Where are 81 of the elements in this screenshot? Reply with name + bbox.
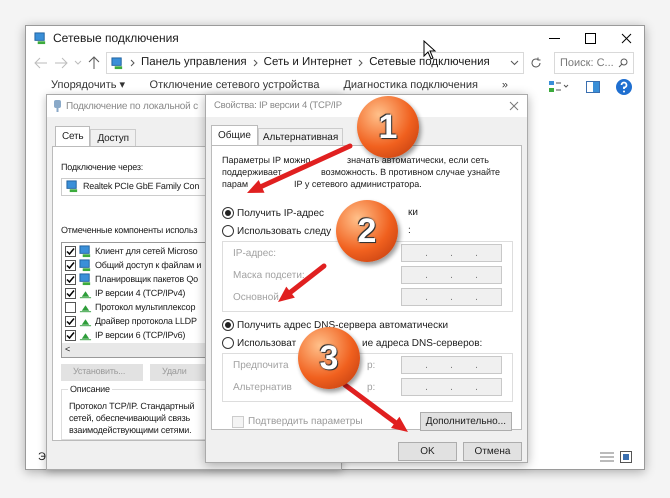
network-folder-icon [111, 56, 124, 70]
advanced-button[interactable]: Дополнительно... [420, 412, 512, 431]
field-label: р: [367, 358, 376, 372]
tab[interactable]: Доступ [90, 129, 136, 146]
dialog-button[interactable]: OK [398, 442, 457, 461]
field-label: Подключение через: [61, 161, 144, 174]
tab[interactable]: Общие [211, 125, 258, 145]
up-arrow-icon[interactable] [88, 56, 100, 70]
network-service-icon [79, 273, 92, 286]
network-adapter-icon [53, 99, 62, 113]
field-label: Основной [233, 290, 279, 304]
protocol-icon [79, 330, 92, 341]
intro-text: поддерживает [222, 166, 282, 178]
list-item[interactable]: Общий доступ к файлам и [95, 258, 202, 272]
search-field[interactable]: Поиск: С... [554, 52, 634, 74]
toolbar-item[interactable]: Отключение сетевого устройства [150, 79, 320, 92]
checkbox-label: Подтвердить параметры [248, 415, 363, 429]
protocol-icon [79, 302, 92, 313]
close-icon[interactable] [620, 32, 632, 44]
window-title: Сетевые подключения [53, 30, 179, 47]
checkbox[interactable] [65, 330, 76, 342]
checkbox[interactable] [65, 288, 76, 300]
radio-button[interactable] [222, 207, 234, 219]
tab[interactable]: Альтернативная [258, 128, 344, 145]
chevron-right-icon [358, 59, 364, 67]
protocol-icon [79, 316, 92, 327]
breadcrumb[interactable]: Сеть и Интернет [264, 54, 352, 72]
view-options-icon[interactable] [548, 80, 570, 94]
address-bar[interactable]: Панель управления Сеть и Интернет Сетевые подключения [106, 52, 524, 74]
status-text: Э [38, 450, 46, 465]
breadcrumb[interactable]: Панель управления [141, 54, 247, 72]
description-text: Протокол TCP/IP. Стандартный сетей, обеспечивающий связь взаимодействующими сетями. [69, 400, 194, 436]
list-item[interactable]: Клиент для сетей Microso [95, 244, 198, 258]
network-service-icon [79, 245, 92, 258]
breadcrumb[interactable]: Сетевые подключения [369, 54, 490, 72]
network-folder-icon [34, 32, 47, 44]
search-icon [618, 58, 628, 68]
radio-button[interactable] [222, 337, 234, 349]
field-label: Предпочита [233, 358, 289, 372]
field-label: Альтернатив [233, 380, 292, 394]
list-item[interactable]: Планировщик пакетов Qo [95, 272, 198, 286]
intro-text: возможность. В противном случае узнайте [321, 166, 500, 178]
chevron-right-icon [130, 59, 135, 67]
dialog-button[interactable]: Отмена [463, 442, 522, 461]
intro-text: Параметры IP можно [222, 154, 310, 166]
tab[interactable]: Сеть [55, 126, 90, 146]
protocol-icon [79, 288, 92, 299]
toolbar-item[interactable]: » [502, 79, 508, 92]
field-label: р: [367, 380, 376, 394]
maximize-icon[interactable] [584, 32, 596, 44]
help-icon[interactable] [616, 79, 632, 95]
mouse-cursor-icon [423, 40, 437, 60]
checkbox[interactable] [65, 316, 76, 328]
radio-button[interactable] [222, 319, 234, 331]
chevron-right-icon [252, 59, 258, 67]
details-view-icon[interactable] [600, 451, 614, 463]
checkbox[interactable] [65, 260, 76, 272]
list-item[interactable]: Протокол мультиплексор [95, 300, 196, 314]
network-adapter-icon [66, 180, 79, 194]
scroll-left-button[interactable]: < [65, 342, 70, 356]
preview-pane-icon[interactable] [586, 81, 600, 93]
checkbox[interactable] [65, 246, 76, 258]
chevron-down-icon[interactable] [510, 60, 519, 66]
minimize-icon[interactable] [548, 36, 560, 40]
field-label: Маска подсети: [233, 268, 305, 282]
toolbar-item[interactable]: Диагностика подключения [343, 79, 478, 92]
network-service-icon [79, 259, 92, 272]
list-item[interactable]: IP версии 4 (TCP/IPv4) [95, 286, 186, 300]
checkbox[interactable] [65, 302, 76, 314]
checkbox[interactable] [65, 274, 76, 286]
large-icons-view-icon[interactable] [620, 451, 632, 463]
radio-button[interactable] [222, 225, 234, 237]
refresh-icon[interactable] [530, 57, 542, 69]
intro-text: парам [222, 178, 248, 190]
list-item[interactable]: Драйвер протокола LLDP [95, 314, 197, 328]
toolbar-item[interactable]: Упорядочить ▾ [51, 79, 126, 92]
section-label: Отмеченные компоненты использ [61, 224, 198, 238]
list-item[interactable]: IP версии 6 (TCP/IPv6) [95, 328, 186, 342]
dialog-title: Подключение по локальной с [66, 100, 198, 114]
dialog-title: Свойства: IP версии 4 (TCP/IP [214, 98, 342, 113]
field-label: IP-адрес: [233, 246, 276, 260]
